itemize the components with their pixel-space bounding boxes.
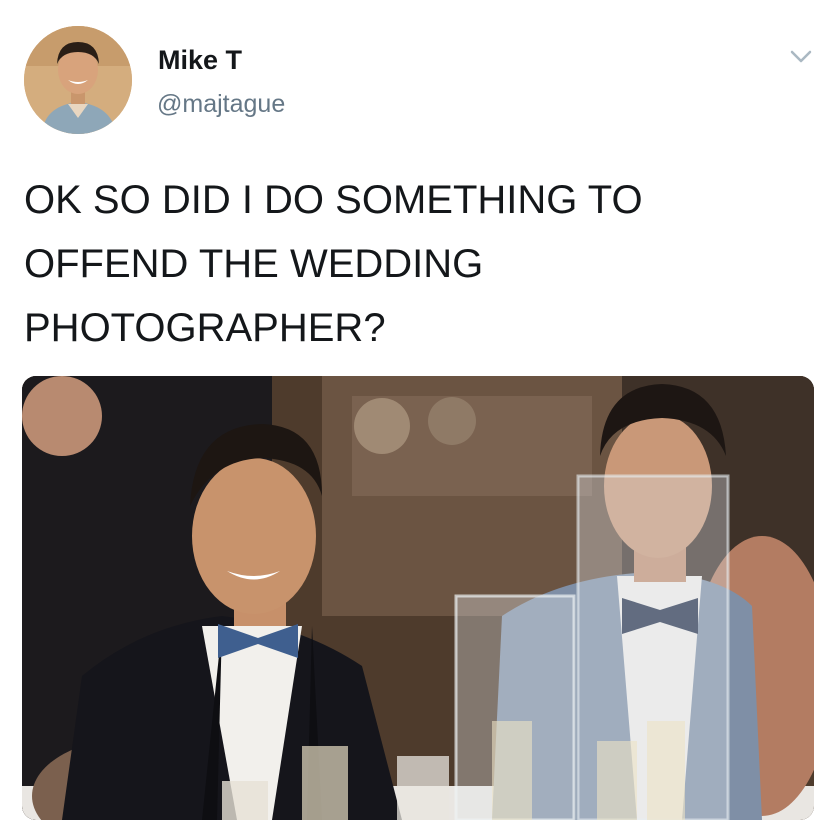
- avatar-photo: [24, 26, 132, 134]
- tweet-photo[interactable]: [22, 376, 814, 820]
- author-handle[interactable]: @majtague: [157, 90, 285, 119]
- author-name[interactable]: Mike T: [158, 45, 242, 76]
- wedding-photo: [22, 376, 814, 820]
- avatar[interactable]: [24, 26, 132, 134]
- tweet-text: OK SO DID I DO SOMETHING TO OFFEND THE W…: [24, 178, 643, 350]
- chevron-down-icon[interactable]: [785, 40, 817, 72]
